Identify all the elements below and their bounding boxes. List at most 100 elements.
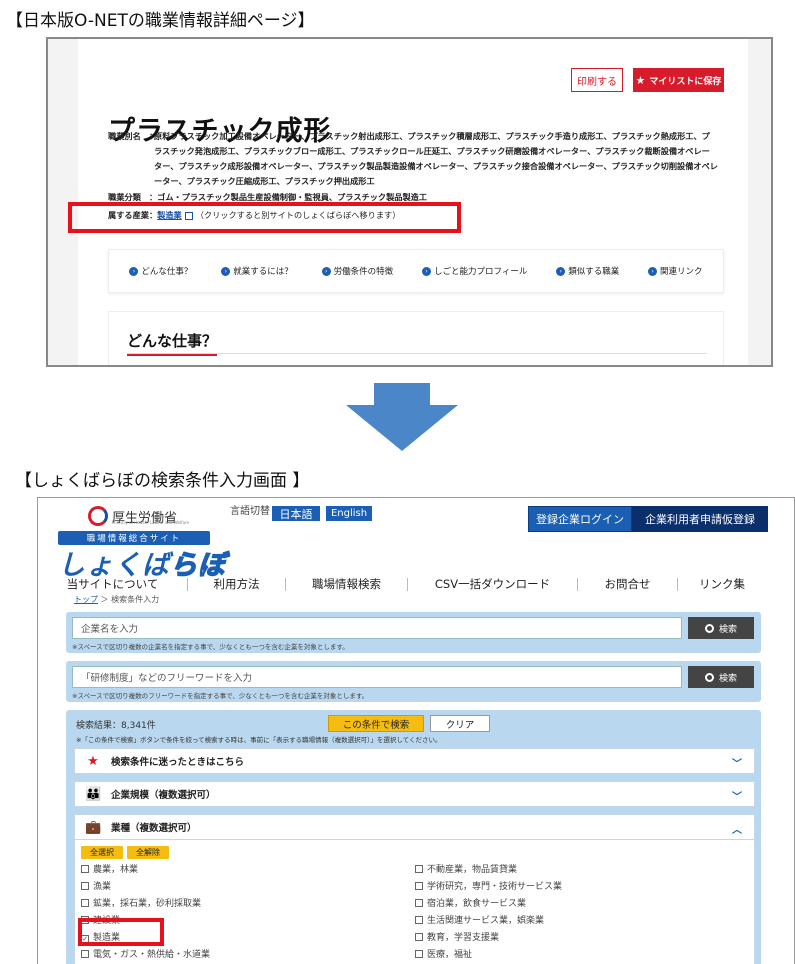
nav-item-how-to-work[interactable]: › 就業するには？ — [221, 265, 293, 277]
company-login-button[interactable]: 登録企業ログイン — [528, 506, 632, 532]
save-to-mylist-button[interactable]: ★ マイリストに保存 — [633, 68, 724, 92]
nav-item-labor-conditions[interactable]: › 労働条件の特徴 — [321, 265, 394, 277]
nav-item-related-links[interactable]: › 関連リンク — [648, 265, 703, 277]
industry-option[interactable]: 医療，福祉 — [415, 947, 562, 964]
highlight-box-industry — [68, 202, 461, 233]
industry-options: 全選択 全解除 農業，林業 漁業 鉱業，採石業，砂利採取業 建設業 ✓ 製造業 電気・ガス・… — [74, 840, 755, 964]
breadcrumb-home[interactable]: トップ — [74, 595, 98, 604]
print-button[interactable]: 印刷する — [571, 68, 623, 92]
global-nav: 当サイトについて 利用方法 職場情報検索 CSV一括ダウンロード お問合せ リン… — [38, 573, 794, 595]
checkbox-icon[interactable] — [415, 916, 423, 924]
industry-option-label: 農業，林業 — [93, 865, 139, 875]
industry-option[interactable]: 生活関連サービス業，娯楽業 — [415, 913, 562, 930]
language-japanese-button[interactable]: 日本語 — [272, 506, 320, 521]
search-icon — [704, 623, 714, 633]
industry-option-label: 漁業 — [93, 882, 112, 892]
accordion-search-help[interactable]: ★ 検索条件に迷ったときはこちら ﹀ — [74, 748, 755, 774]
deselect-all-button[interactable]: 全解除 — [127, 846, 169, 859]
industry-option[interactable]: 電気・ガス・熱供給・水道業 — [81, 947, 210, 964]
gnav-contact[interactable]: お問合せ — [578, 577, 678, 591]
chevron-right-icon: › — [221, 266, 231, 276]
industry-option-label: 学術研究，専門・技術サービス業 — [427, 882, 563, 892]
chevron-down-icon: ﹀ — [732, 759, 742, 770]
briefcase-icon: 💼 — [85, 819, 102, 835]
apply-conditions-button[interactable]: この条件で検索 — [328, 715, 424, 732]
star-icon: ★ — [635, 73, 646, 87]
freeword-search-button[interactable]: 検索 — [688, 666, 754, 688]
job-description-section: どんな仕事？ — [108, 311, 724, 365]
industry-option[interactable]: 農業，林業 — [81, 862, 210, 879]
nav-label: 関連リンク — [660, 267, 703, 277]
gnav-csv-download[interactable]: CSV一括ダウンロード — [408, 577, 578, 591]
checkbox-icon[interactable] — [81, 950, 89, 958]
company-name-input[interactable]: 企業名を入力 — [72, 617, 682, 639]
industry-option-label: 生活関連サービス業，娯楽業 — [427, 916, 545, 926]
checkbox-icon[interactable] — [415, 882, 423, 890]
result-count: 検索結果：8,341件 — [76, 718, 156, 731]
checkbox-icon[interactable] — [415, 865, 423, 873]
accordion-company-size[interactable]: 👪 企業規模（複数選択可） ﹀ — [74, 781, 755, 807]
checkbox-icon[interactable] — [415, 950, 423, 958]
gnav-links[interactable]: リンク集 — [678, 577, 766, 591]
industry-option[interactable]: 学術研究，専門・技術サービス業 — [415, 879, 562, 896]
checkbox-icon[interactable] — [81, 882, 89, 890]
gnav-about[interactable]: 当サイトについて — [38, 577, 188, 591]
chevron-right-icon: › — [422, 266, 431, 276]
search-conditions-panel: 検索結果：8,341件 この条件で検索 クリア ※「この条件で検索」ボタンで条件… — [66, 710, 761, 964]
checkbox-icon[interactable] — [415, 899, 423, 907]
nav-item-similar-jobs[interactable]: › 類似する職業 — [556, 265, 619, 277]
job-alias-label: 職業別名 ： — [108, 131, 158, 141]
nav-label: 労働条件の特徴 — [333, 267, 394, 277]
language-english-button[interactable]: English — [326, 506, 372, 521]
job-class-value: ゴム・プラスチック製品生産設備制御・監視員、プラスチック製品製造工 — [157, 192, 428, 202]
search-icon — [704, 672, 714, 682]
checkbox-icon[interactable] — [415, 933, 423, 941]
industry-option-label: 医療，福祉 — [427, 950, 473, 960]
down-arrow-icon — [346, 383, 458, 451]
freeword-search-note: ※スペースで区切り複数のフリーワードを指定する事で、少なくとも一つを含む企業を対… — [72, 692, 369, 700]
industry-option-label: 宿泊業，飲食サービス業 — [427, 899, 527, 909]
chevron-down-icon: ﹀ — [732, 792, 742, 803]
industry-option[interactable]: 教育，学習支援業 — [415, 930, 562, 947]
industry-option[interactable]: 宿泊業，飲食サービス業 — [415, 896, 562, 913]
bottom-caption: 【しょくばらぼの検索条件入力画面 】 — [15, 471, 310, 491]
shokubarabo-screenshot: 厚生労働省 Ministry of Health, Labour and Wel… — [37, 497, 795, 964]
checkbox-icon[interactable] — [81, 899, 89, 907]
star-icon: ★ — [87, 753, 99, 769]
checkbox-icon[interactable] — [81, 865, 89, 873]
industry-option[interactable]: 鉱業，採石業，砂利採取業 — [81, 896, 210, 913]
people-icon: 👪 — [85, 786, 102, 802]
industry-option-label: 不動産業，物品賃貸業 — [427, 865, 518, 875]
search-button-label: 検索 — [718, 673, 737, 684]
chevron-up-icon: ︿ — [732, 825, 742, 836]
section-divider — [127, 353, 707, 354]
nav-label: しごと能力プロフィール — [434, 267, 528, 277]
chevron-right-icon: › — [556, 266, 566, 276]
accordion-industry[interactable]: 💼 業種（複数選択可） ︿ — [74, 814, 755, 840]
select-all-button[interactable]: 全選択 — [81, 846, 123, 859]
industry-option[interactable]: 不動産業，物品賃貸業 — [415, 862, 562, 879]
industry-option[interactable]: 漁業 — [81, 879, 210, 896]
gnav-search[interactable]: 職場情報検索 — [286, 577, 408, 591]
nav-item-skill-profile[interactable]: › しごと能力プロフィール — [422, 265, 527, 277]
company-search-panel: 企業名を入力 検索 ※スペースで区切り複数の企業名を指定する事で、少なくとも一つ… — [66, 612, 761, 653]
clear-button[interactable]: クリア — [430, 715, 490, 732]
chevron-right-icon: › — [648, 266, 658, 276]
nav-label: どんな仕事？ — [141, 267, 193, 277]
company-register-button[interactable]: 企業利用者申請仮登録 — [632, 506, 768, 532]
nav-item-job-description[interactable]: › どんな仕事？ — [129, 265, 192, 277]
breadcrumb-current: 検索条件入力 — [111, 595, 160, 604]
gnav-usage[interactable]: 利用方法 — [188, 577, 286, 591]
company-search-button[interactable]: 検索 — [688, 617, 754, 639]
nav-label: 就業するには？ — [233, 267, 293, 277]
accordion-label: 検索条件に迷ったときはこちら — [111, 757, 245, 768]
highlight-box-manufacturing — [78, 918, 164, 946]
freeword-input[interactable]: 「研修制度」などのフリーワードを入力 — [72, 666, 682, 688]
accordion-label: 業種（複数選択可） — [111, 823, 197, 834]
onet-screenshot: プラスチック成形 印刷する ★ マイリストに保存 職業別名 ： 原料プラスチック… — [46, 37, 773, 367]
company-search-note: ※スペースで区切り複数の企業名を指定する事で、少なくとも一つを含む企業を対象とし… — [72, 643, 349, 651]
industry-list-left: 農業，林業漁業鉱業，採石業，砂利採取業建設業✓製造業電気・ガス・熱供給・水道業情… — [81, 862, 210, 964]
industry-list-right: 不動産業，物品賃貸業学術研究，専門・技術サービス業 宿泊業，飲食サービス業生活関連… — [415, 862, 562, 964]
search-button-label: 検索 — [718, 624, 737, 635]
save-to-mylist-label: マイリストに保存 — [649, 76, 722, 87]
